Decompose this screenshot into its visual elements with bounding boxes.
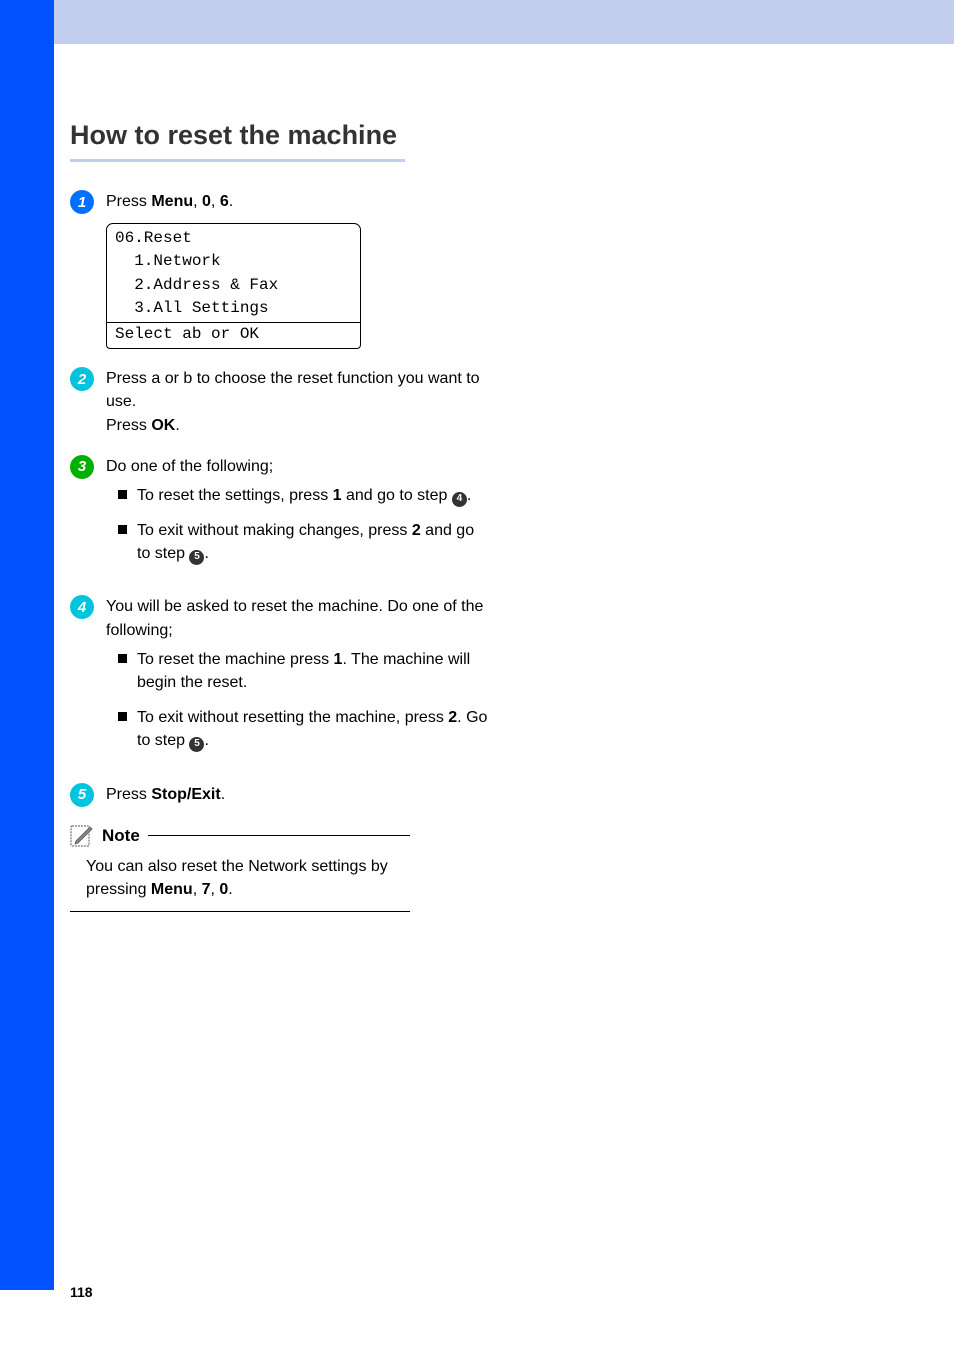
text: , xyxy=(193,193,202,210)
step-3-bullet-2: To exit without making changes, press 2 … xyxy=(118,519,490,565)
step-3-intro: Do one of the following; xyxy=(106,455,490,478)
left-blue-sidebar xyxy=(0,0,54,1290)
note-title: Note xyxy=(102,826,140,846)
lcd-display: 06.Reset 1.Network 2.Address & Fax 3.All… xyxy=(106,223,361,349)
bullet-icon xyxy=(118,712,127,721)
step-1-body: Press Menu, 0, 6. 06.Reset 1.Network 2.A… xyxy=(106,190,490,349)
text: . xyxy=(228,881,232,898)
note-body: You can also reset the Network settings … xyxy=(70,853,410,911)
text: . xyxy=(175,417,179,434)
menu-key: Menu xyxy=(151,193,193,210)
key-2: 2 xyxy=(448,709,457,726)
step-number-1: 1 xyxy=(70,190,94,214)
text: . xyxy=(221,786,225,803)
lcd-line-2: 1.Network xyxy=(115,250,352,273)
step-4: 4 You will be asked to reset the machine… xyxy=(70,595,490,764)
text: To reset the settings, press xyxy=(137,487,333,504)
step-2-body: Press a or b to choose the reset functio… xyxy=(106,367,490,437)
text: , xyxy=(193,881,202,898)
text: Press xyxy=(106,786,151,803)
ref-step-4-icon: 4 xyxy=(452,492,467,507)
title-underline xyxy=(70,159,405,162)
note-block: Note You can also reset the Network sett… xyxy=(70,825,410,912)
note-rule xyxy=(148,835,410,836)
step-number-2: 2 xyxy=(70,367,94,391)
key-2: 2 xyxy=(412,522,421,539)
page-title: How to reset the machine xyxy=(70,120,490,151)
up-arrow-icon: a xyxy=(151,370,160,387)
step-3-bullet-1: To reset the settings, press 1 and go to… xyxy=(118,484,490,507)
ref-step-5-icon: 5 xyxy=(189,737,204,752)
text: To exit without resetting the machine, p… xyxy=(137,709,448,726)
stop-exit-key: Stop/Exit xyxy=(151,786,220,803)
step-number-5: 5 xyxy=(70,783,94,807)
key-6: 6 xyxy=(220,193,229,210)
step-1: 1 Press Menu, 0, 6. 06.Reset 1.Network 2… xyxy=(70,190,490,349)
note-icon xyxy=(70,825,94,847)
top-header-bar xyxy=(54,0,954,44)
lcd-line-1: 06.Reset xyxy=(115,227,352,250)
down-arrow-icon: b xyxy=(183,370,192,387)
text: . xyxy=(204,732,208,749)
step-3-body: Do one of the following; To reset the se… xyxy=(106,455,490,578)
text: Press xyxy=(106,193,151,210)
text: Press xyxy=(106,417,151,434)
key-0: 0 xyxy=(202,193,211,210)
page-number: 118 xyxy=(70,1284,93,1300)
step-4-bullet-2: To exit without resetting the machine, p… xyxy=(118,706,490,752)
bullet-icon xyxy=(118,525,127,534)
step-number-3: 3 xyxy=(70,455,94,479)
bullet-icon xyxy=(118,490,127,499)
step-number-4: 4 xyxy=(70,595,94,619)
text: , xyxy=(211,193,220,210)
ok-key: OK xyxy=(151,417,175,434)
ref-step-5-icon: 5 xyxy=(189,550,204,565)
note-bottom-rule xyxy=(70,911,410,912)
text: . xyxy=(467,487,471,504)
lcd-line-5: Select ab or OK xyxy=(107,323,360,348)
text: or xyxy=(160,370,183,387)
step-1-text: Press Menu, 0, 6. xyxy=(106,193,233,210)
step-2: 2 Press a or b to choose the reset funct… xyxy=(70,367,490,437)
step-4-intro: You will be asked to reset the machine. … xyxy=(106,595,490,641)
text: . xyxy=(229,193,233,210)
text: To exit without making changes, press xyxy=(137,522,412,539)
key-7: 7 xyxy=(202,881,211,898)
text: To reset the machine press xyxy=(137,651,334,668)
menu-key: Menu xyxy=(151,881,193,898)
text: You can also reset the Network settings … xyxy=(86,858,388,898)
lcd-line-4: 3.All Settings xyxy=(115,297,352,320)
step-4-body: You will be asked to reset the machine. … xyxy=(106,595,490,764)
key-0: 0 xyxy=(219,881,228,898)
bullet-icon xyxy=(118,654,127,663)
text: and go to step xyxy=(342,487,452,504)
step-5: 5 Press Stop/Exit. xyxy=(70,783,490,807)
key-1: 1 xyxy=(333,487,342,504)
step-3: 3 Do one of the following; To reset the … xyxy=(70,455,490,578)
lcd-line-3: 2.Address & Fax xyxy=(115,274,352,297)
step-4-bullet-1: To reset the machine press 1. The machin… xyxy=(118,648,490,694)
text: . xyxy=(204,545,208,562)
main-content: How to reset the machine 1 Press Menu, 0… xyxy=(70,120,490,912)
step-5-body: Press Stop/Exit. xyxy=(106,783,490,806)
text: Press xyxy=(106,370,151,387)
